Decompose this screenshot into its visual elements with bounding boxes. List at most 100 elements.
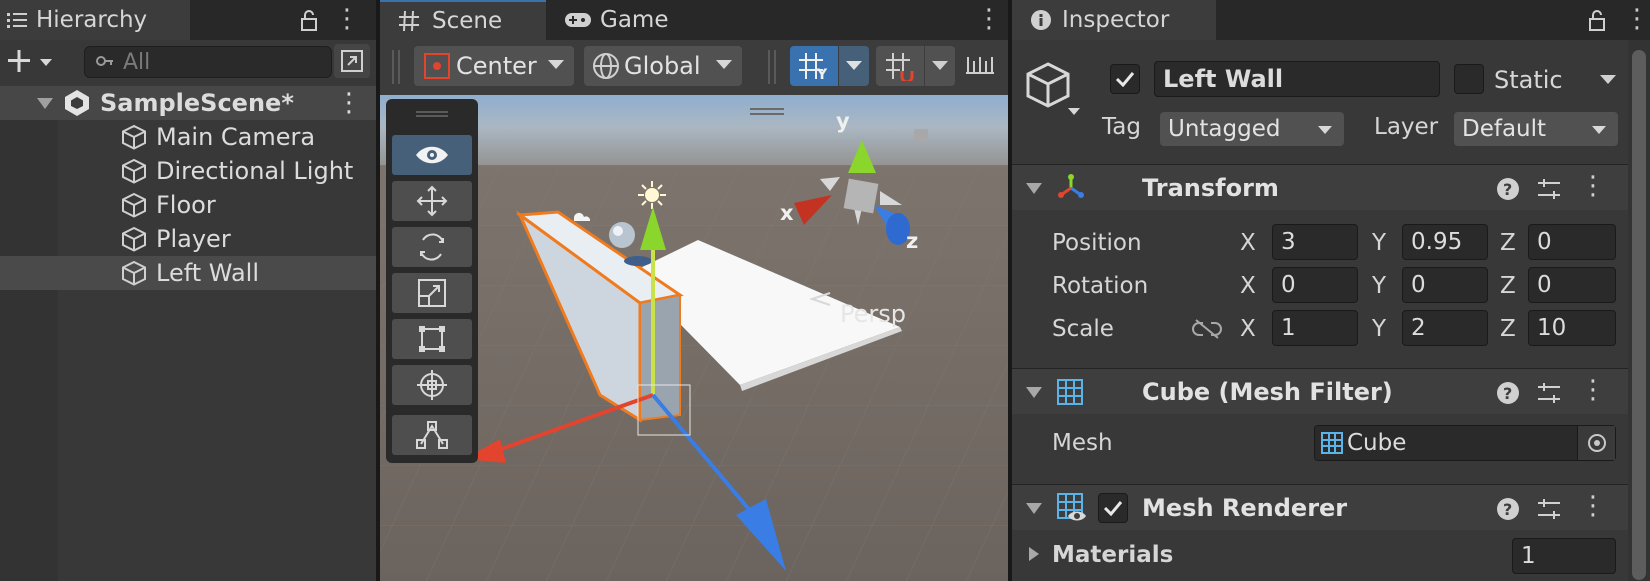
rotation-x-field[interactable]: 0 <box>1272 267 1358 303</box>
materials-count-value: 1 <box>1521 543 1536 569</box>
foldout-arrow-icon[interactable] <box>0 96 62 110</box>
transform-header[interactable]: Transform ? ⋮ <box>1012 164 1650 210</box>
foldout-arrow-icon[interactable] <box>1026 183 1042 194</box>
materials-row[interactable]: Materials 1 <box>1012 532 1628 578</box>
scene-menu-icon[interactable]: ⋮ <box>976 4 1002 34</box>
position-label: Position <box>1052 230 1142 256</box>
mesh-renderer-header[interactable]: Mesh Renderer ? ⋮ <box>1012 484 1650 530</box>
scale-y-field[interactable]: 2 <box>1402 310 1488 346</box>
static-dropdown-icon[interactable] <box>1596 70 1620 90</box>
help-icon[interactable]: ? <box>1496 177 1520 205</box>
add-object-button[interactable] <box>4 44 56 78</box>
hierarchy-panel: Hierarchy ⋮ All SampleScene* ⋮ Main Came… <box>0 0 376 581</box>
mesh-filter-header[interactable]: Cube (Mesh Filter) ? ⋮ <box>1012 368 1650 414</box>
snap-dropdown-icon[interactable] <box>925 46 955 86</box>
gameobject-cube-icon <box>120 259 148 287</box>
unity-scene-icon <box>62 88 92 118</box>
lock-icon[interactable] <box>296 6 322 34</box>
grid-snap-toggle[interactable]: Y <box>790 46 838 86</box>
ruler-icon[interactable] <box>960 46 1000 86</box>
lock-icon[interactable] <box>1584 6 1610 34</box>
scene-search-mode-icon[interactable] <box>334 44 370 78</box>
materials-count-field[interactable]: 1 <box>1512 538 1616 574</box>
scrollbar-thumb[interactable] <box>1632 50 1646 580</box>
rotation-z-axis: Z <box>1500 273 1516 299</box>
scale-tool-button[interactable] <box>392 273 472 313</box>
rotation-y-axis: Y <box>1372 273 1387 299</box>
scale-x-axis: X <box>1240 316 1256 342</box>
rect-transform-icon <box>419 326 445 352</box>
hash-icon <box>398 10 420 32</box>
preset-sliders-icon[interactable] <box>1536 177 1562 205</box>
pivot-mode-dropdown[interactable]: Center <box>414 46 574 86</box>
component-menu-icon[interactable]: ⋮ <box>1580 171 1606 201</box>
position-y-field[interactable]: 0.95 <box>1402 224 1488 260</box>
scale-x-field[interactable]: 1 <box>1272 310 1358 346</box>
preset-sliders-icon[interactable] <box>1536 381 1562 409</box>
hierarchy-item-floor[interactable]: Floor <box>0 188 376 222</box>
hierarchy-item-player[interactable]: Player <box>0 222 376 256</box>
pivot-rotation-dropdown[interactable]: Global <box>584 46 742 86</box>
foldout-arrow-icon[interactable] <box>1026 387 1042 398</box>
scene-row[interactable]: SampleScene* ⋮ <box>0 86 376 120</box>
hierarchy-item-left-wall[interactable]: Left Wall <box>0 256 376 290</box>
gameobject-cube-icon <box>120 225 148 253</box>
materials-label: Materials <box>1052 542 1174 568</box>
object-picker-icon[interactable] <box>1577 426 1615 460</box>
tab-inspector[interactable]: Inspector <box>1012 0 1216 40</box>
scale-x-value: 1 <box>1281 315 1296 341</box>
component-menu-icon[interactable]: ⋮ <box>1580 491 1606 521</box>
mesh-label: Mesh <box>1052 430 1113 456</box>
rect-tool-button[interactable] <box>392 319 472 359</box>
view-tool-button[interactable] <box>392 135 472 175</box>
grid-dropdown-icon[interactable] <box>839 46 869 86</box>
hierarchy-search-input[interactable]: All <box>84 46 332 78</box>
transform-tool-button[interactable] <box>392 365 472 405</box>
static-checkbox[interactable] <box>1454 64 1484 94</box>
chevron-down-icon <box>1318 126 1332 134</box>
active-checkbox[interactable] <box>1110 64 1140 94</box>
scene-menu-icon[interactable]: ⋮ <box>336 88 362 118</box>
toolbar-grip <box>768 50 776 84</box>
hierarchy-item-directional-light[interactable]: Directional Light <box>0 154 376 188</box>
hierarchy-item-label: Main Camera <box>156 123 316 151</box>
tab-scene[interactable]: Scene <box>380 0 546 40</box>
inspector-menu-icon[interactable]: ⋮ <box>1624 4 1650 34</box>
position-z-field[interactable]: 0 <box>1528 224 1616 260</box>
mesh-object-field[interactable]: Cube <box>1314 425 1616 461</box>
foldout-arrow-icon[interactable] <box>1026 503 1042 514</box>
increment-snap-toggle[interactable] <box>876 46 924 86</box>
mesh-grid-icon <box>1056 378 1084 410</box>
hierarchy-menu-icon[interactable]: ⋮ <box>334 4 360 34</box>
tab-hierarchy[interactable]: Hierarchy <box>0 0 190 40</box>
hierarchy-toolbar: All <box>0 40 376 84</box>
rotate-tool-button[interactable] <box>392 227 472 267</box>
rotation-z-field[interactable]: 0 <box>1528 267 1616 303</box>
tag-value: Untagged <box>1168 116 1281 142</box>
tab-game[interactable]: Game <box>552 0 702 40</box>
move-arrows-icon <box>416 185 448 217</box>
layer-dropdown[interactable]: Default <box>1454 112 1618 146</box>
help-icon[interactable]: ? <box>1496 497 1520 525</box>
rotation-y-field[interactable]: 0 <box>1402 267 1488 303</box>
hierarchy-item-main-camera[interactable]: Main Camera <box>0 120 376 154</box>
pivot-rotation-label: Global <box>624 52 701 80</box>
scale-z-field[interactable]: 10 <box>1528 310 1616 346</box>
constrain-proportions-icon[interactable] <box>1192 318 1222 344</box>
custom-tool-button[interactable] <box>392 415 472 455</box>
preset-sliders-icon[interactable] <box>1536 497 1562 525</box>
scene-name: SampleScene* <box>100 89 294 117</box>
move-tool-button[interactable] <box>392 181 472 221</box>
foldout-right-icon[interactable] <box>1028 546 1040 566</box>
object-name-input[interactable]: Left Wall <box>1154 61 1440 97</box>
component-menu-icon[interactable]: ⋮ <box>1580 375 1606 405</box>
position-x-field[interactable]: 3 <box>1272 224 1358 260</box>
camera-projection-label[interactable]: Persp <box>840 300 906 328</box>
tag-dropdown[interactable]: Untagged <box>1160 112 1344 146</box>
gameobject-icon[interactable] <box>1024 58 1084 120</box>
mesh-renderer-enabled-checkbox[interactable] <box>1098 493 1128 523</box>
scene-viewport[interactable]: y x z Persp <box>380 95 1008 581</box>
inspector-scrollbar[interactable] <box>1628 40 1650 581</box>
help-icon[interactable]: ? <box>1496 381 1520 409</box>
svg-text:?: ? <box>1503 180 1512 199</box>
